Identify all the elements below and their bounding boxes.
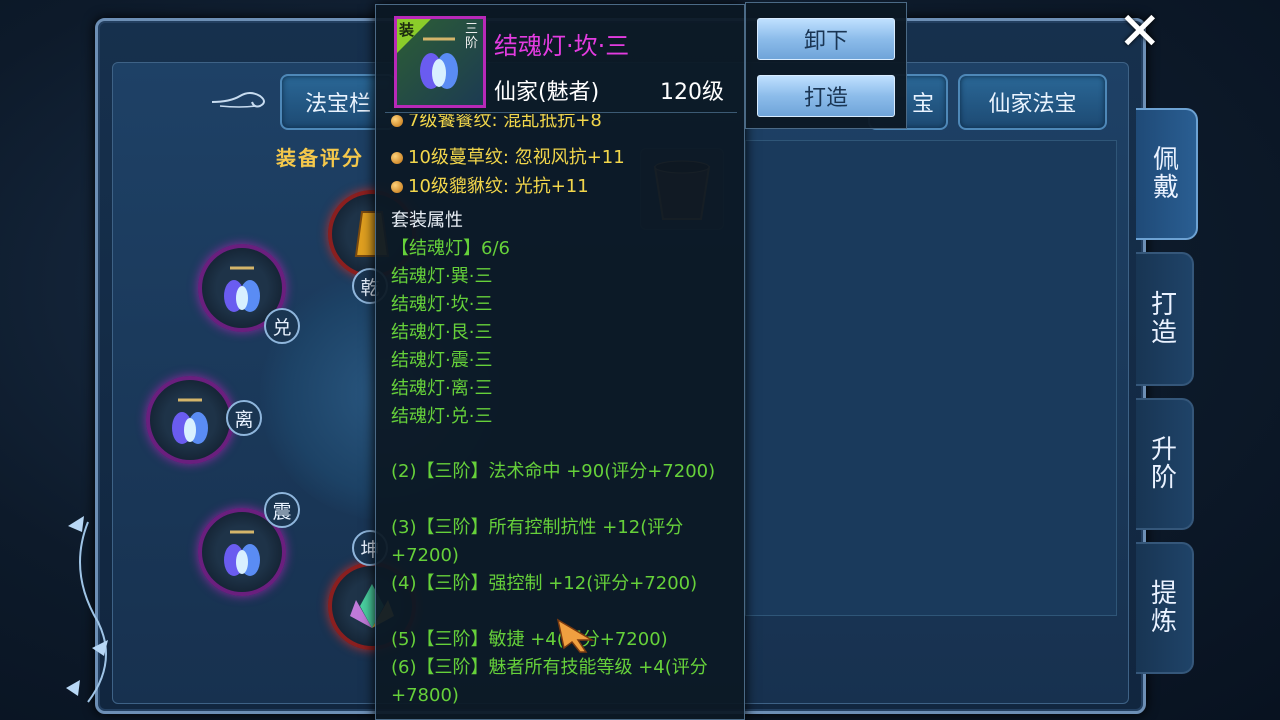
badge-text: 兑 xyxy=(272,316,292,339)
side-tab-label: 升 阶 xyxy=(1150,435,1177,493)
tooltip-divider xyxy=(385,112,737,113)
set-piece: 结魂灯·震·三 xyxy=(391,350,493,371)
cloud-ornament-icon xyxy=(211,92,265,108)
item-class: 仙家(魅者) xyxy=(494,80,600,105)
side-tab-label: 佩 戴 xyxy=(1152,145,1179,203)
set-piece: 结魂灯·艮·三 xyxy=(391,322,493,343)
set-effect: (3)【三阶】所有控制抗性 +12(评分+7200) xyxy=(391,517,684,566)
side-tab-label: 提 炼 xyxy=(1150,579,1177,637)
equipment-score-label: 装备评分 xyxy=(276,146,364,170)
button-label: 卸下 xyxy=(803,29,848,54)
attribute-line: 10级貔貅纹: 光抗+11 xyxy=(391,172,589,198)
side-tab-upgrade[interactable]: 升 阶 xyxy=(1136,398,1194,530)
side-tab-forge[interactable]: 打 造 xyxy=(1136,252,1194,386)
set-effect: (6)【三阶】魅者所有技能等级 +4(评分+7800) xyxy=(391,657,708,706)
badge-li: 离 xyxy=(226,400,262,436)
attribute-text: 7级饕餮纹: 混乱抵抗+8 xyxy=(408,114,602,131)
tab-xianjia-fabao[interactable]: 仙家法宝 xyxy=(958,74,1107,130)
attribute-text: 10级貔貅纹: 光抗+11 xyxy=(408,176,589,197)
attribute-line: 10级蔓草纹: 忽视风抗+11 xyxy=(391,143,625,169)
item-icon: 装 三阶 xyxy=(394,16,486,108)
lantern-icon xyxy=(224,266,260,312)
tab-label: 仙家法宝 xyxy=(988,92,1077,117)
orb-icon xyxy=(391,181,403,193)
equipment-list-panel xyxy=(745,140,1117,616)
butterfly-vine-decoration-icon xyxy=(66,516,108,703)
set-piece: 结魂灯·离·三 xyxy=(391,378,493,399)
item-name: 结魂灯·坎·三 xyxy=(494,32,630,60)
badge-zhen: 震 xyxy=(264,492,300,528)
tooltip-clip: 7级饕餮纹: 混乱抵抗+8 xyxy=(385,114,737,136)
tab-label: 宝 xyxy=(911,92,934,117)
side-tab-wear[interactable]: 佩 戴 xyxy=(1136,108,1198,240)
button-label: 打造 xyxy=(803,86,848,111)
set-piece: 结魂灯·巽·三 xyxy=(391,266,493,287)
set-header: 套装属性 xyxy=(391,210,463,231)
item-level: 120级 xyxy=(660,80,724,105)
badge-dui: 兑 xyxy=(264,308,300,344)
badge-text: 震 xyxy=(272,500,292,523)
close-icon[interactable]: ✕ xyxy=(1118,6,1162,58)
set-name: 【结魂灯】6/6 xyxy=(391,238,510,259)
set-piece: 结魂灯·兑·三 xyxy=(391,406,493,427)
attribute-text: 10级蔓草纹: 忽视风抗+11 xyxy=(408,147,625,168)
lantern-icon xyxy=(420,37,458,89)
set-piece: 结魂灯·坎·三 xyxy=(391,294,493,315)
forge-button[interactable]: 打造 xyxy=(757,75,895,117)
arrow-cursor-icon xyxy=(556,618,595,653)
side-tab-refine[interactable]: 提 炼 xyxy=(1136,542,1194,674)
orb-icon xyxy=(391,115,403,127)
badge-text: 离 xyxy=(234,408,254,431)
set-effect: (4)【三阶】强控制 +12(评分+7200) xyxy=(391,573,698,594)
lantern-icon xyxy=(224,530,260,576)
slot-li[interactable] xyxy=(146,376,234,464)
orb-icon xyxy=(391,152,403,164)
side-tab-label: 打 造 xyxy=(1150,290,1177,348)
lantern-icon xyxy=(172,398,208,444)
attribute-line: 7级饕餮纹: 混乱抵抗+8 xyxy=(391,114,602,132)
unequip-button[interactable]: 卸下 xyxy=(757,18,895,60)
set-effect: (2)【三阶】法术命中 +90(评分+7200) xyxy=(391,461,716,482)
tab-label: 法宝栏 xyxy=(304,92,371,117)
